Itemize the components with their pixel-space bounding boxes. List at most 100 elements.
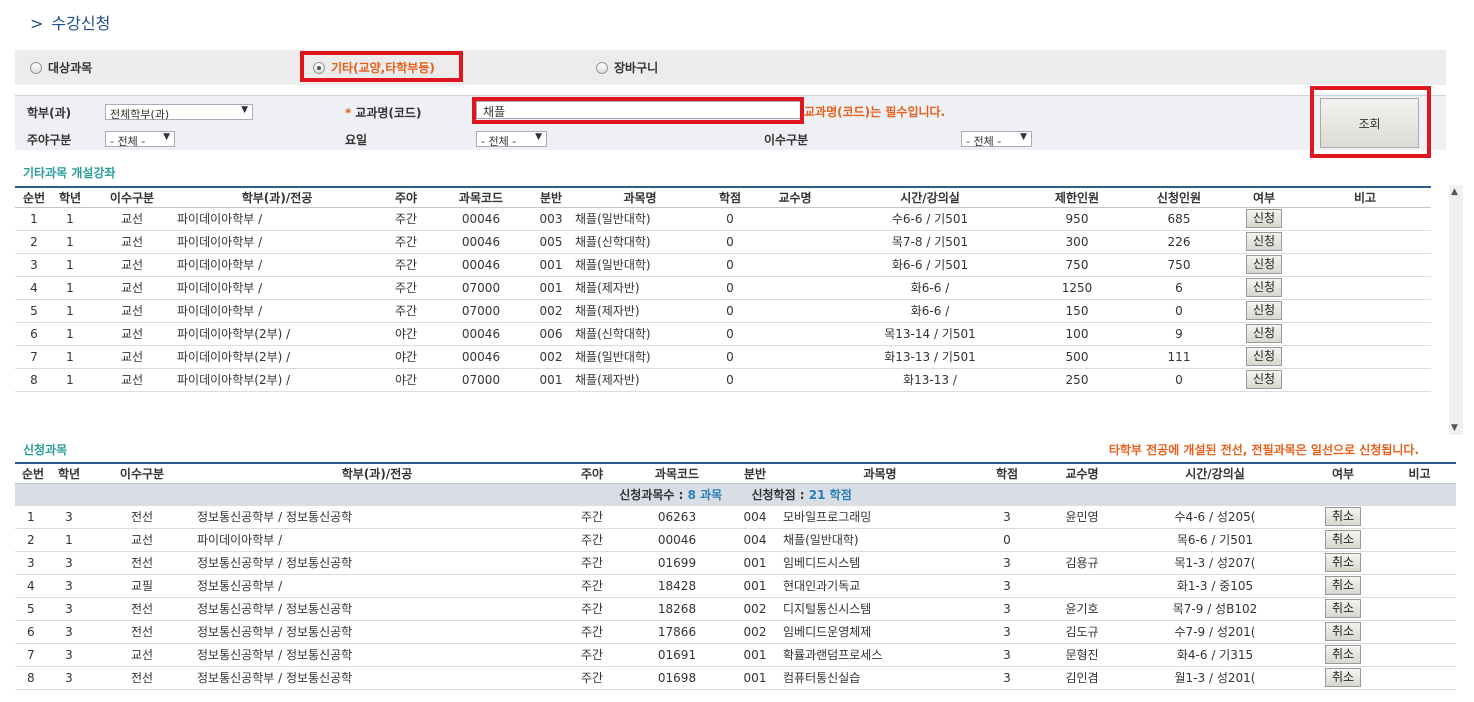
table-cell: 6: [1129, 276, 1229, 300]
table-cell: 컴퓨터통신실습: [783, 666, 977, 690]
table-cell: 01698: [627, 666, 727, 690]
table-cell: 950: [1025, 207, 1129, 231]
table-cell: 004: [727, 505, 783, 529]
action-cell: 신청: [1229, 253, 1299, 277]
table-cell: 0: [1129, 299, 1229, 323]
table-cell: 150: [1025, 299, 1129, 323]
cancel-button[interactable]: 취소: [1324, 507, 1362, 526]
table-cell: 003: [527, 207, 575, 231]
offered-section-title: 기타과목 개설강좌: [23, 166, 116, 180]
tab-cart[interactable]: 장바구니: [596, 59, 658, 76]
radio-icon[interactable]: [30, 61, 42, 74]
table-cell: [755, 253, 835, 277]
table-cell: [1037, 574, 1127, 598]
table-cell: 06263: [627, 505, 727, 529]
table-cell: 파이데이아학부 /: [177, 276, 377, 300]
table-cell: 수4-6 / 성205(: [1127, 505, 1303, 529]
table-cell: 00046: [627, 528, 727, 552]
table-cell: 목7-9 / 성B102: [1127, 597, 1303, 621]
table-cell: 00046: [435, 207, 527, 231]
radio-icon[interactable]: [596, 61, 608, 74]
cancel-button[interactable]: 취소: [1324, 553, 1362, 572]
table-cell: 00046: [435, 345, 527, 369]
table-cell: 주간: [557, 551, 627, 575]
highlight-box: [300, 51, 463, 82]
column-header: 과목명: [783, 462, 977, 484]
cancel-button[interactable]: 취소: [1324, 668, 1362, 687]
table-cell: 07000: [435, 299, 527, 323]
table-cell: 주간: [377, 253, 435, 277]
column-header: 과목코드: [435, 186, 527, 208]
weekday-label: 요일: [345, 133, 368, 147]
registered-row: 5 3 전선 정보통신공학부 / 정보통신공학 주간 18268 002 디지털통신시스템 3 윤…: [15, 597, 1456, 621]
scroll-down-icon[interactable]: ▼: [1451, 423, 1458, 433]
table-cell: 3: [977, 643, 1037, 667]
table-cell: 화4-6 / 기315: [1127, 643, 1303, 667]
table-cell: 교선: [87, 368, 177, 392]
table-cell: 1: [51, 528, 87, 552]
column-header: 비고: [1299, 186, 1431, 208]
apply-button[interactable]: 신청: [1245, 209, 1283, 228]
table-cell: 주간: [557, 505, 627, 529]
cancel-button[interactable]: 취소: [1324, 622, 1362, 641]
cancel-button[interactable]: 취소: [1324, 645, 1362, 664]
table-cell: 2: [15, 528, 51, 552]
table-cell: 005: [527, 230, 575, 254]
table-cell: 3: [51, 574, 87, 598]
table-cell: [755, 368, 835, 392]
remark-cell: [1299, 345, 1431, 369]
apply-button[interactable]: 신청: [1245, 347, 1283, 366]
table-cell: [1037, 528, 1127, 552]
table-cell: 1: [53, 322, 87, 346]
table-cell: 001: [527, 276, 575, 300]
tab-target-courses[interactable]: 대상과목: [30, 59, 92, 76]
table-cell: 3: [51, 551, 87, 575]
apply-button[interactable]: 신청: [1245, 255, 1283, 274]
table-cell: 채플(일반대학): [783, 528, 977, 552]
table-cell: 채플(제자반): [575, 276, 705, 300]
table-cell: 윤민영: [1037, 505, 1127, 529]
table-cell: [755, 299, 835, 323]
table-cell: 3: [15, 551, 51, 575]
table-cell: 3: [977, 505, 1037, 529]
dropdown-arrow-icon: ▼: [1020, 132, 1027, 142]
apply-button[interactable]: 신청: [1245, 370, 1283, 389]
offered-row: 8 1 교선 파이데이아학부(2부) / 야간 07000 001 채플(제자반) 0 화13-1…: [15, 368, 1431, 392]
table-cell: [755, 322, 835, 346]
table-cell: 07000: [435, 368, 527, 392]
offered-scrollbar[interactable]: ▲ ▼: [1449, 185, 1463, 435]
remark-cell: [1383, 528, 1456, 552]
category-tab-bar: 대상과목 기타(교양,타학부등) 장바구니: [15, 50, 1446, 85]
table-cell: 3: [977, 574, 1037, 598]
cancel-button[interactable]: 취소: [1324, 599, 1362, 618]
table-cell: 야간: [377, 345, 435, 369]
table-cell: 야간: [377, 368, 435, 392]
apply-button[interactable]: 신청: [1245, 324, 1283, 343]
column-header: 시간/강의실: [835, 186, 1025, 208]
apply-button[interactable]: 신청: [1245, 278, 1283, 297]
daynight-select[interactable]: - 전체 - ▼: [105, 131, 175, 148]
table-cell: 750: [1025, 253, 1129, 277]
action-cell: 취소: [1303, 643, 1383, 667]
apply-button[interactable]: 신청: [1245, 232, 1283, 251]
required-message: 교과명(코드)는 필수입니다.: [804, 105, 946, 119]
column-header: 학점: [705, 186, 755, 208]
table-cell: 주간: [377, 230, 435, 254]
table-cell: 파이데이아학부 /: [177, 299, 377, 323]
table-cell: 7: [15, 345, 53, 369]
cancel-button[interactable]: 취소: [1324, 576, 1362, 595]
table-cell: 500: [1025, 345, 1129, 369]
table-cell: 0: [705, 322, 755, 346]
category-select[interactable]: - 전체 - ▼: [961, 131, 1032, 148]
column-header: 주야: [377, 186, 435, 208]
apply-button[interactable]: 신청: [1245, 301, 1283, 320]
daynight-label: 주야구분: [27, 133, 72, 147]
table-cell: 002: [527, 299, 575, 323]
cancel-button[interactable]: 취소: [1324, 530, 1362, 549]
scroll-up-icon[interactable]: ▲: [1451, 187, 1458, 197]
dept-select[interactable]: 전체학부(과) ▼: [105, 104, 253, 121]
table-cell: 0: [705, 345, 755, 369]
weekday-select[interactable]: - 전체 - ▼: [476, 131, 547, 148]
table-cell: 300: [1025, 230, 1129, 254]
table-cell: 3: [977, 620, 1037, 644]
